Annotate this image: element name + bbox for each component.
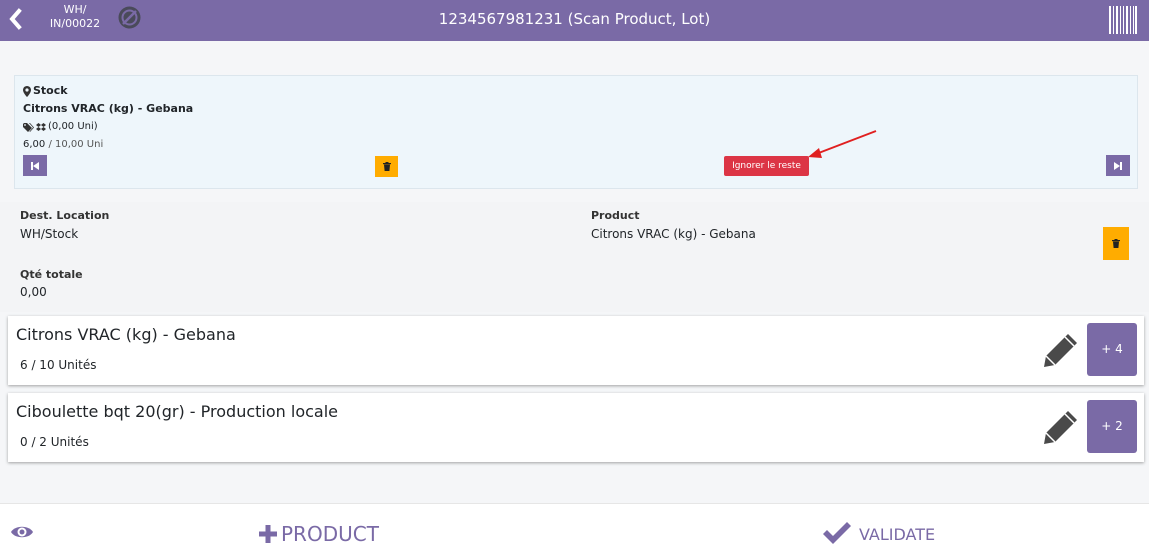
line-quantity: 0 / 2 Unités <box>20 435 89 449</box>
delete-line-button[interactable] <box>375 156 398 177</box>
line-product-name: Citrons VRAC (kg) - Gebana <box>16 325 236 344</box>
page-title: 1234567981231 (Scan Product, Lot) <box>438 10 711 28</box>
list-item[interactable]: Ciboulette bqt 20(gr) - Production local… <box>8 393 1144 462</box>
tags-icon <box>23 122 34 132</box>
dest-location-value: WH/Stock <box>20 227 79 241</box>
line-details: Dest. Location WH/Stock Product Citrons … <box>0 202 1149 312</box>
package-quantity: (0,00 Uni) <box>48 121 98 132</box>
location-row: Stock <box>23 84 68 98</box>
selected-move-line: Stock Citrons VRAC (kg) - Gebana (0,00 U… <box>14 75 1138 189</box>
step-backward-icon <box>31 161 39 170</box>
bottom-bar: PRODUCT VALIDATE <box>0 503 1149 558</box>
chevron-left-icon[interactable] <box>8 8 22 30</box>
add-product-button[interactable]: PRODUCT <box>259 519 379 549</box>
total-qty-value: 0,00 <box>20 285 47 299</box>
list-item[interactable]: Citrons VRAC (kg) - Gebana 6 / 10 Unités… <box>8 316 1144 385</box>
step-forward-icon <box>1114 161 1122 170</box>
quantity-row: 6,00 / 10,00 Uni <box>23 138 103 152</box>
pencil-icon[interactable] <box>1042 331 1080 369</box>
ignore-rest-button[interactable]: Ignorer le reste <box>724 156 809 176</box>
annotation-arrow-icon <box>808 130 877 158</box>
no-link-icon[interactable] <box>116 4 143 31</box>
eye-icon[interactable] <box>10 520 34 544</box>
line-quantity: 6 / 10 Unités <box>20 358 97 372</box>
check-icon <box>823 522 851 544</box>
product-name: Citrons VRAC (kg) - Gebana <box>23 102 194 115</box>
add-remaining-button[interactable]: + 2 <box>1087 400 1137 453</box>
quantity-demand: / 10,00 Uni <box>48 139 104 150</box>
product-label: Product <box>591 209 640 222</box>
picking-reference[interactable]: WH/ IN/00022 <box>40 3 110 31</box>
trash-icon <box>382 162 391 171</box>
delete-details-button[interactable] <box>1103 227 1129 260</box>
trash-icon <box>1112 239 1120 248</box>
location-name: Stock <box>33 84 68 97</box>
previous-line-button[interactable] <box>23 155 47 176</box>
plus-icon <box>259 525 277 543</box>
validate-button[interactable]: VALIDATE <box>821 519 935 549</box>
package-row: (0,00 Uni) <box>23 120 98 134</box>
top-bar: WH/ IN/00022 1234567981231 (Scan Product… <box>0 0 1149 41</box>
validate-label: VALIDATE <box>859 524 936 544</box>
pencil-icon[interactable] <box>1042 408 1080 446</box>
add-product-label: PRODUCT <box>281 522 379 546</box>
product-value: Citrons VRAC (kg) - Gebana <box>591 227 756 241</box>
line-product-name: Ciboulette bqt 20(gr) - Production local… <box>16 402 338 421</box>
barcode-icon[interactable] <box>1107 4 1139 36</box>
quantity-done: 6,00 <box>23 139 46 150</box>
dest-location-label: Dest. Location <box>20 209 110 222</box>
map-marker-icon <box>23 85 31 97</box>
dropbox-icon <box>36 122 46 131</box>
total-qty-label: Qté totale <box>20 268 83 281</box>
next-line-button[interactable] <box>1106 155 1130 176</box>
add-remaining-button[interactable]: + 4 <box>1087 323 1137 376</box>
